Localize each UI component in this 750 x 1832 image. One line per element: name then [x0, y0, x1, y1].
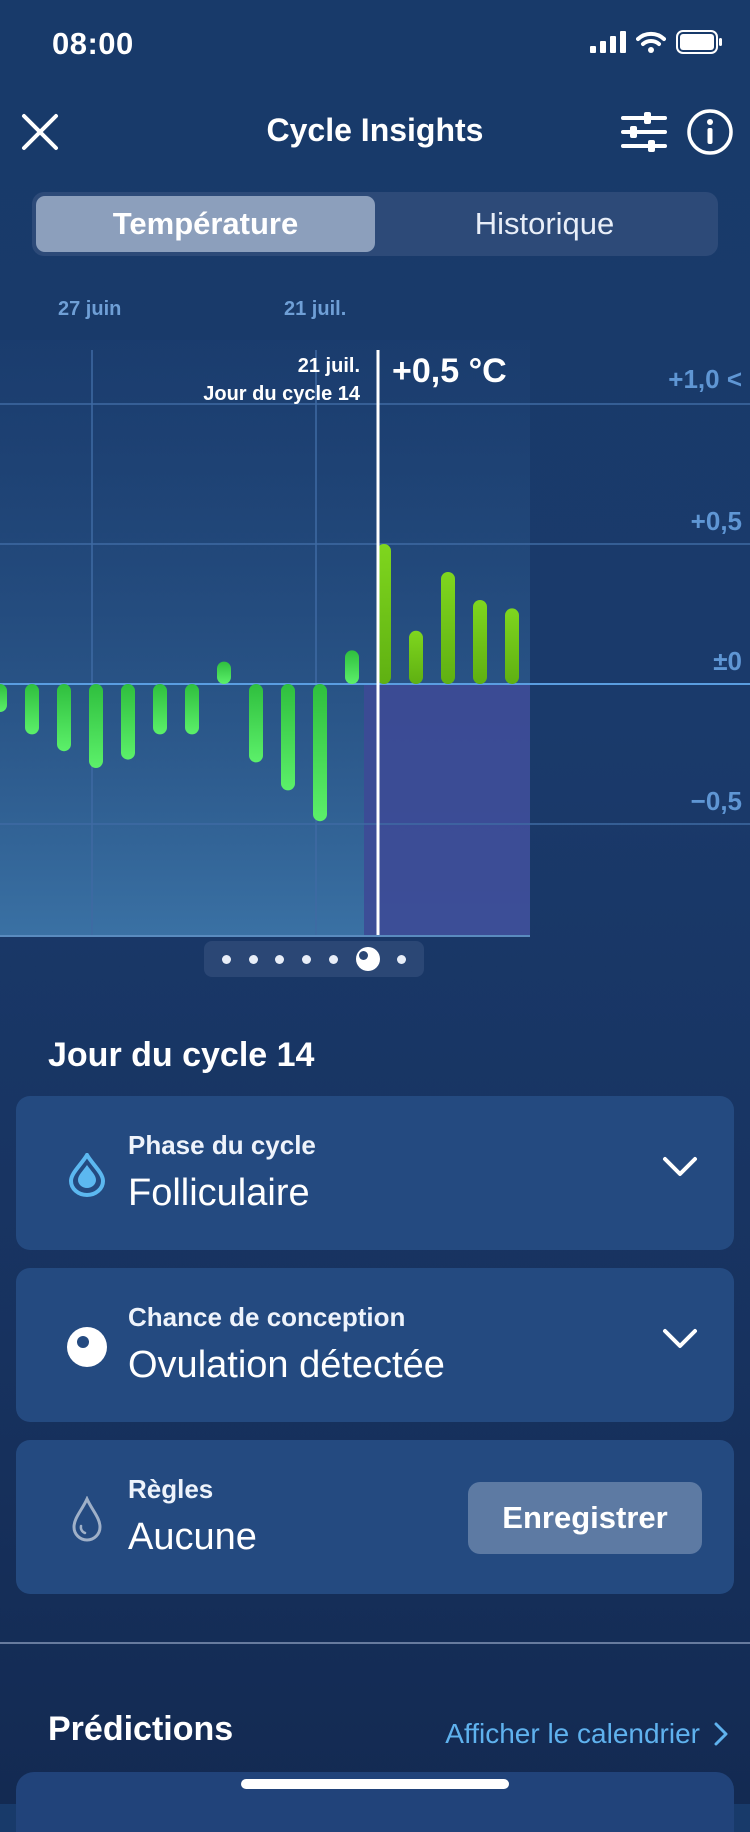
temperature-bar[interactable] [249, 684, 263, 763]
temperature-bar[interactable] [313, 684, 327, 822]
pager-dot[interactable] [275, 954, 285, 964]
calendar-link[interactable]: Afficher le calendrier [445, 1718, 728, 1750]
selected-cycle-day: Jour du cycle 14 [203, 383, 360, 405]
status-icons [590, 30, 722, 54]
eye-icon [64, 1324, 110, 1370]
drop-outline-icon [64, 1496, 110, 1542]
phase-label: Phase du cycle [128, 1130, 316, 1160]
record-button[interactable]: Enregistrer [468, 1482, 702, 1554]
conception-card[interactable]: Chance de conception Ovulation détectée [16, 1268, 734, 1422]
temperature-bar[interactable] [345, 650, 359, 684]
conception-value: Ovulation détectée [128, 1344, 445, 1386]
battery-icon [676, 30, 722, 54]
y-tick-label: +1,0 < [668, 364, 742, 394]
drop-icon [64, 1152, 110, 1198]
tab-historique[interactable]: Historique [375, 196, 714, 252]
temperature-bar[interactable] [0, 684, 7, 712]
home-indicator[interactable] [241, 1779, 509, 1789]
pager-dot[interactable] [397, 954, 407, 964]
temperature-bar[interactable] [25, 684, 39, 735]
luteal-zone [364, 684, 530, 936]
y-tick-label: −0,5 [690, 786, 742, 816]
view-tabs: Température Historique [32, 192, 718, 256]
chevron-right-icon [714, 1722, 728, 1746]
phase-card[interactable]: Phase du cycle Folliculaire [16, 1096, 734, 1250]
chart-pager[interactable] [204, 941, 424, 977]
temperature-bar[interactable] [441, 572, 455, 684]
temperature-bar[interactable] [121, 684, 135, 760]
calendar-link-label: Afficher le calendrier [445, 1718, 700, 1749]
chevron-down-icon [663, 1329, 697, 1348]
temperature-bar[interactable] [57, 684, 71, 752]
predictions-title: Prédictions [48, 1710, 234, 1748]
y-tick-label: ±0 [713, 646, 742, 676]
filter-button[interactable] [620, 110, 668, 154]
pager-dot[interactable] [302, 954, 311, 964]
conception-label: Chance de conception [128, 1302, 406, 1332]
temperature-chart[interactable] [0, 340, 750, 940]
phase-value: Folliculaire [128, 1172, 310, 1214]
date-label: 27 juin [58, 298, 122, 320]
info-button[interactable] [686, 108, 734, 156]
temperature-bar[interactable] [505, 608, 519, 684]
temperature-bar[interactable] [409, 630, 423, 684]
temperature-bar[interactable] [89, 684, 103, 768]
temperature-bar[interactable] [217, 661, 231, 684]
divider [0, 1642, 750, 1644]
selected-date: 21 juil. Jour du cycle 14 [203, 352, 360, 408]
temperature-bar[interactable] [153, 684, 167, 735]
day-title: Jour du cycle 14 [48, 1036, 315, 1074]
temperature-bar[interactable] [281, 684, 295, 791]
info-icon [687, 109, 733, 155]
wifi-icon [636, 31, 666, 53]
period-label: Règles [128, 1474, 214, 1504]
period-value: Aucune [128, 1516, 257, 1558]
filter-sliders-icon [621, 112, 667, 152]
pager-dot[interactable] [221, 954, 231, 964]
date-label: 21 juil. [284, 298, 347, 320]
tab-temperature[interactable]: Température [36, 196, 375, 252]
y-tick-label: +0,5 [690, 506, 742, 536]
pager-dot[interactable] [248, 954, 258, 964]
temperature-bar[interactable] [473, 600, 487, 684]
pager-dot-active[interactable] [355, 947, 380, 971]
status-time: 08:00 [52, 26, 134, 61]
period-card: Règles Aucune Enregistrer [16, 1440, 734, 1594]
pager-dot[interactable] [328, 954, 338, 964]
temperature-bar[interactable] [185, 684, 199, 735]
signal-icon [590, 31, 626, 53]
chevron-down-icon [663, 1157, 697, 1176]
selected-date-label: 21 juil. [297, 355, 360, 377]
selected-value: +0,5 °C [392, 352, 507, 390]
